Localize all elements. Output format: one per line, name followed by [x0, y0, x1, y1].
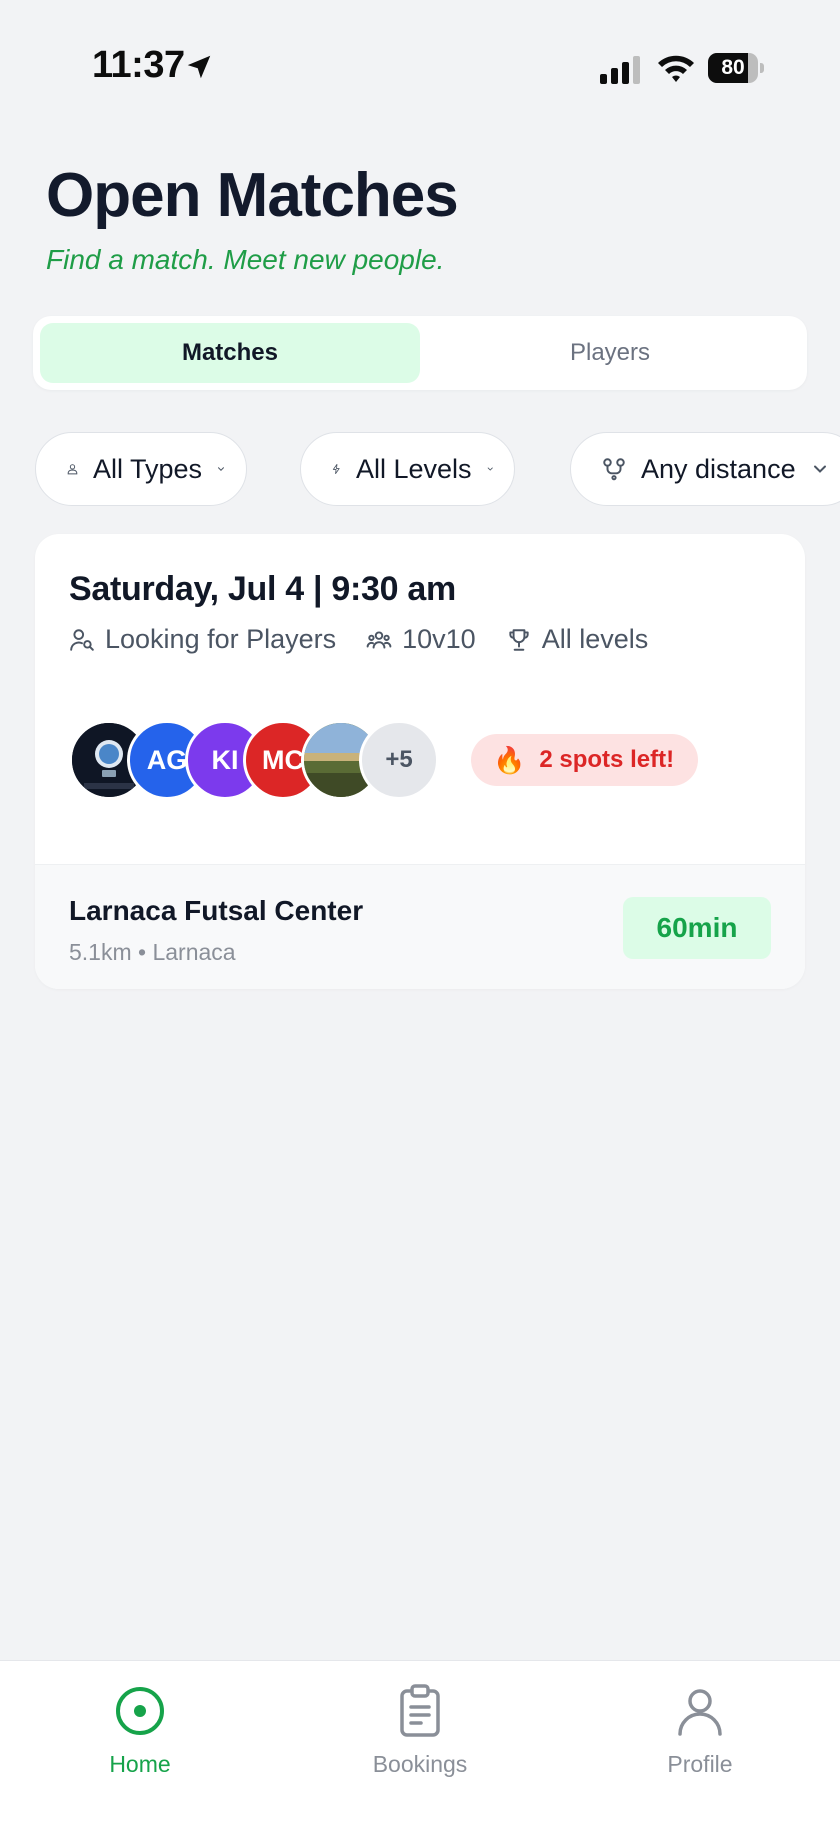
- location-arrow-icon: [187, 55, 211, 79]
- nav-label: Bookings: [372, 1751, 468, 1777]
- page-title: Open Matches: [46, 161, 459, 230]
- tab-players[interactable]: Players: [420, 323, 800, 383]
- duration-badge: 60min: [623, 897, 771, 959]
- battery-body: 80: [708, 53, 758, 83]
- more-players-count: +5: [359, 720, 439, 800]
- spots-left-badge: 🔥 2 spots left!: [471, 734, 699, 786]
- user-icon: [678, 1689, 722, 1736]
- clipboard-icon: [400, 1684, 440, 1737]
- route-icon: [603, 458, 625, 481]
- nav-label: Home: [109, 1751, 171, 1777]
- chevron-down-icon: [813, 465, 826, 473]
- meta-level: All levels: [506, 624, 649, 655]
- filter-all-types[interactable]: All Types: [35, 432, 247, 506]
- match-meta: Looking for Players 10v10 All levels: [69, 624, 678, 655]
- group-icon: [366, 630, 392, 649]
- cellular-signal-icon: [600, 56, 640, 84]
- venue-name: Larnaca Futsal Center: [69, 895, 364, 926]
- filter-label: All Types: [92, 453, 203, 484]
- meta-label: Looking for Players: [105, 624, 337, 654]
- venue-details: 5.1km • Larnaca: [69, 939, 236, 965]
- filter-label: All Levels: [355, 453, 472, 484]
- battery-indicator: 80: [708, 53, 764, 83]
- filter-label: Any distance: [641, 453, 796, 484]
- match-card[interactable]: Saturday, Jul 4 | 9:30 am Looking for Pl…: [35, 534, 805, 989]
- venue-footer: Larnaca Futsal Center 5.1km • Larnaca 60…: [35, 864, 805, 989]
- player-avatars: AG KI MC +5: [69, 720, 449, 800]
- battery-level-text: 80: [721, 56, 745, 79]
- bottom-nav: Home Bookings Profile: [0, 1660, 840, 1826]
- tab-matches[interactable]: Matches: [40, 323, 420, 383]
- chevron-down-icon: [487, 467, 493, 471]
- person-icon: [67, 464, 78, 475]
- filter-bar: All Types All Levels Any distance: [35, 432, 840, 506]
- bolt-icon: [332, 464, 340, 474]
- filter-any-distance[interactable]: Any distance: [570, 432, 840, 506]
- status-time: 11:37: [92, 44, 185, 86]
- trophy-icon: [509, 628, 529, 651]
- nav-home[interactable]: Home: [60, 1683, 220, 1778]
- wifi-icon: [658, 55, 694, 82]
- battery-cap: [760, 63, 764, 73]
- person-search-icon: [70, 628, 94, 651]
- spots-left-text: 2 spots left!: [539, 746, 675, 773]
- nav-bookings[interactable]: Bookings: [340, 1683, 500, 1778]
- meta-label: All levels: [541, 624, 649, 654]
- meta-format: 10v10: [366, 624, 476, 655]
- status-bar: 11:37 80: [0, 0, 840, 130]
- fire-icon: 🔥: [493, 744, 526, 775]
- chevron-down-icon: [218, 467, 225, 471]
- nav-label: Profile: [667, 1751, 733, 1777]
- meta-label: 10v10: [402, 624, 476, 654]
- segmented-control: Matches Players: [33, 316, 807, 390]
- nav-profile[interactable]: Profile: [620, 1683, 780, 1778]
- page-subtitle: Find a match. Meet new people.: [46, 244, 445, 275]
- match-date: Saturday, Jul 4 | 9:30 am: [69, 570, 456, 608]
- meta-looking-for-players: Looking for Players: [69, 624, 336, 655]
- filter-all-levels[interactable]: All Levels: [300, 432, 515, 506]
- home-icon: [116, 1687, 164, 1735]
